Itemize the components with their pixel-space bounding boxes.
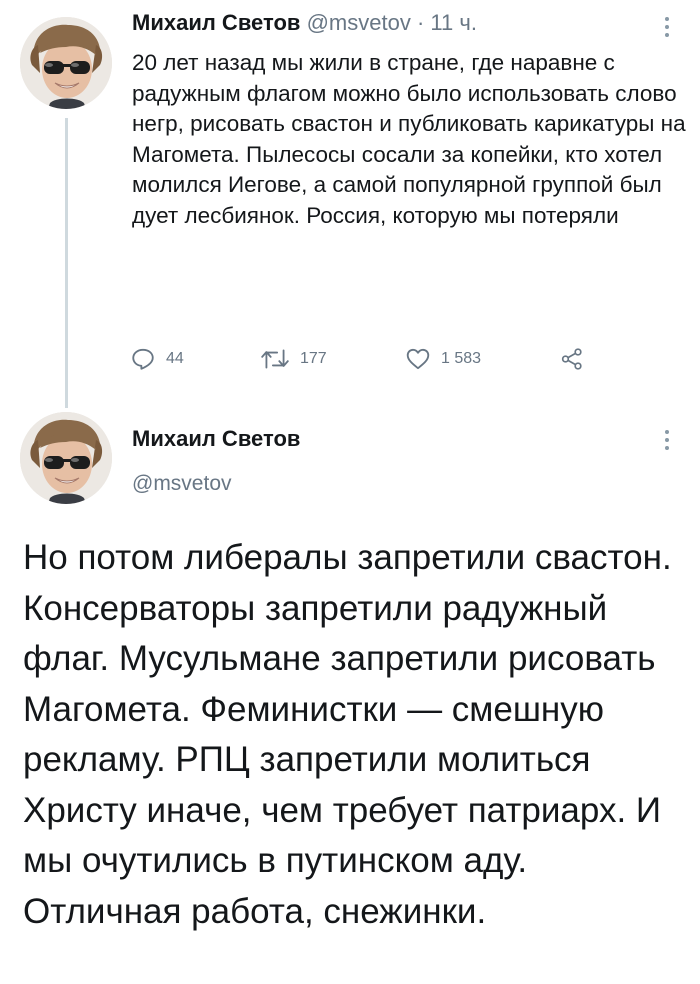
author-handle[interactable]: @msvetov bbox=[132, 472, 232, 496]
heart-icon bbox=[406, 348, 430, 370]
author-name[interactable]: Михаил Светов bbox=[132, 426, 300, 452]
reply-icon bbox=[132, 348, 154, 370]
retweet-count: 177 bbox=[300, 350, 327, 367]
reply-count: 44 bbox=[166, 350, 184, 367]
like-button[interactable]: 1 583 bbox=[405, 344, 481, 374]
author-name[interactable]: Михаил Светов bbox=[132, 10, 300, 35]
more-vertical-icon[interactable] bbox=[664, 17, 670, 39]
tweet-header: Михаил Светов @msvetov · 11 ч. bbox=[132, 10, 477, 36]
avatar-photo bbox=[20, 412, 112, 504]
tweet-text: 20 лет назад мы жили в стране, где нарав… bbox=[132, 50, 686, 228]
separator-dot: · bbox=[416, 10, 425, 35]
avatar-photo bbox=[20, 17, 112, 109]
like-count: 1 583 bbox=[441, 350, 482, 367]
retweet-icon bbox=[261, 349, 289, 369]
author-handle[interactable]: @msvetov bbox=[307, 10, 411, 35]
more-vertical-icon[interactable] bbox=[664, 430, 670, 452]
avatar[interactable] bbox=[20, 17, 112, 109]
tweet-timestamp[interactable]: 11 ч. bbox=[430, 10, 477, 35]
thread-connector-line bbox=[65, 118, 68, 408]
tweet-actions-bar: 44 177 1 583 bbox=[130, 344, 600, 374]
reply-button[interactable]: 44 bbox=[130, 344, 184, 374]
share-icon bbox=[561, 348, 582, 370]
avatar[interactable] bbox=[20, 412, 112, 504]
tweet-text: Но потом либералы запретили свастон. Кон… bbox=[23, 538, 672, 931]
share-button[interactable] bbox=[560, 344, 584, 374]
retweet-button[interactable]: 177 bbox=[260, 344, 327, 374]
